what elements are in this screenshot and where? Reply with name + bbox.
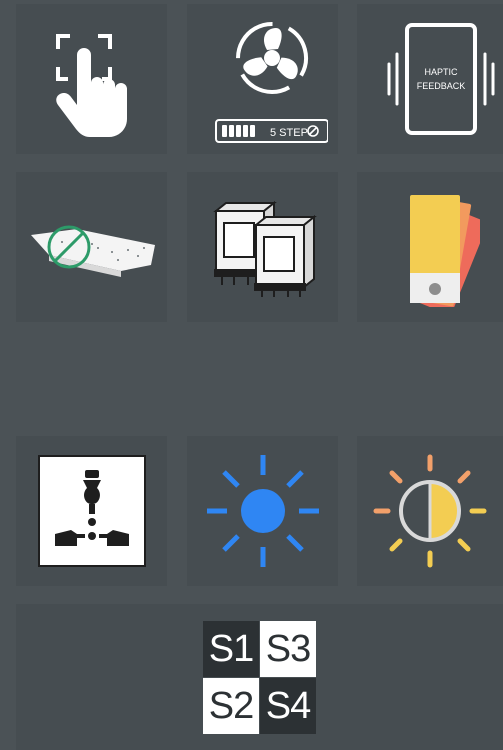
switch-grid-icon: S1 S3 S2 S4 [203, 620, 316, 734]
fan-step-label: 5 STEP [270, 127, 308, 139]
haptic-phone-icon: HAPTIC FEEDBACK [387, 23, 495, 135]
switch-s4[interactable]: S4 [260, 677, 316, 734]
fan-speed-icon: 5 STEP [214, 22, 328, 143]
brightness-sun-icon [206, 455, 319, 567]
color-temperature-tile[interactable] [357, 436, 503, 586]
color-swatch-icon [410, 195, 480, 307]
haptic-label-line2: FEEDBACK [417, 81, 466, 91]
haptic-label-line1: HAPTIC [424, 67, 458, 77]
sensor-board-tile[interactable] [16, 172, 167, 322]
fan-speed-tile[interactable]: 5 STEP [187, 4, 338, 154]
brightness-tile[interactable] [187, 436, 338, 586]
switch-s1[interactable]: S1 [203, 620, 259, 677]
switch-tile[interactable]: S1 S3 S2 S4 [16, 604, 503, 750]
color-temperature-sun-icon [373, 454, 487, 568]
touch-tile[interactable] [16, 4, 167, 154]
haptic-feedback-tile[interactable]: HAPTIC FEEDBACK [357, 4, 503, 154]
switch-s3[interactable]: S3 [260, 620, 316, 677]
socket-tile[interactable] [16, 436, 167, 586]
switch-s2[interactable]: S2 [203, 677, 259, 734]
no-sensor-board-icon [30, 225, 155, 277]
universal-socket-icon [37, 455, 146, 567]
relay-icon [212, 200, 317, 297]
finger-touch-icon [55, 34, 127, 137]
color-swatch-tile[interactable] [357, 172, 503, 322]
relay-tile[interactable] [187, 172, 338, 322]
